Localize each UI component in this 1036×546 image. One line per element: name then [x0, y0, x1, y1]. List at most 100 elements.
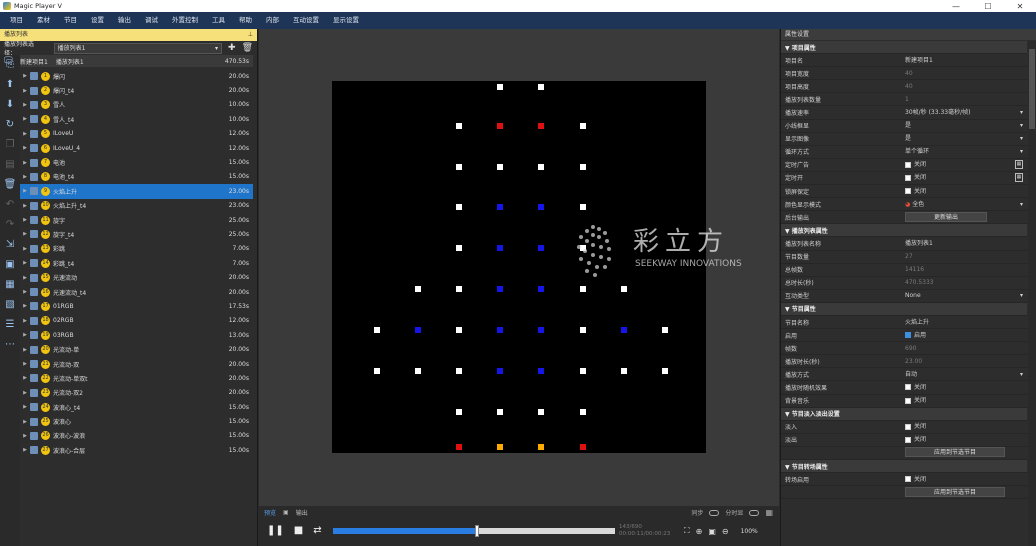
chevron-down-icon[interactable]: ▾	[1020, 106, 1023, 119]
minimize-button[interactable]: —	[940, 2, 972, 11]
list-item[interactable]: ▶ 8 电池_t4 15.00s	[20, 170, 253, 184]
menu-item[interactable]: 外置控制	[165, 12, 205, 29]
list-item[interactable]: ▶ 9 火焰上升 23.00s	[20, 184, 253, 199]
maximize-button[interactable]: ☐	[972, 2, 1004, 11]
property-value[interactable]: 是 ▾	[903, 119, 1027, 132]
expand-arrow-icon[interactable]: ▶	[20, 303, 30, 309]
list-item[interactable]: ▶ 17 01RGB 17.53s	[20, 299, 253, 313]
chevron-down-icon[interactable]: ▾	[1020, 132, 1023, 145]
menu-item[interactable]: 节目	[57, 12, 84, 29]
list-item[interactable]: ▶ 2 爆闪_t4 20.00s	[20, 83, 253, 97]
expand-arrow-icon[interactable]: ▶	[20, 73, 30, 79]
list-item[interactable]: ▶ 16 光速流动_t4 20.00s	[20, 285, 253, 299]
property-value[interactable]: 单个循环 ▾	[903, 145, 1027, 158]
pause-button[interactable]: ❚❚	[267, 525, 284, 536]
property-value[interactable]: 火焰上升	[903, 316, 1027, 329]
sync-toggle[interactable]	[709, 509, 720, 516]
menu-item[interactable]: 帮助	[232, 12, 259, 29]
chevron-down-icon[interactable]: ▾	[1020, 198, 1023, 211]
list-item[interactable]: ▶ 3 雪人 10.00s	[20, 98, 253, 112]
list-item[interactable]: ▶ 6 ILoveU_4 12.00s	[20, 141, 253, 155]
delete-icon[interactable]: 🗑	[0, 175, 20, 195]
expand-arrow-icon[interactable]: ▶	[20, 174, 30, 180]
project-row[interactable]: 🖵 新建项目1 播放列表1 470.53s	[4, 55, 253, 67]
calendar-icon[interactable]: ▦	[1015, 160, 1023, 170]
menu-item[interactable]: 输出	[111, 12, 138, 29]
expand-arrow-icon[interactable]: ▶	[20, 275, 30, 281]
undo-icon[interactable]: ↶	[0, 195, 20, 215]
list-item[interactable]: ▶ 20 光流动-单 20.00s	[20, 342, 253, 356]
menu-item[interactable]: 互动设置	[286, 12, 326, 29]
property-value[interactable]: 是 ▾	[903, 132, 1027, 145]
property-value[interactable]: 关闭	[903, 185, 1027, 198]
section-header[interactable]: ▼ 节目转场属性	[781, 460, 1027, 474]
expand-arrow-icon[interactable]: ▶	[20, 160, 30, 166]
list-item[interactable]: ▶ 23 光流动-双2 20.00s	[20, 386, 253, 400]
progress-slider[interactable]	[333, 525, 615, 537]
expand-arrow-icon[interactable]: ▶	[20, 404, 30, 410]
list-item[interactable]: ▶ 21 光流动-双 20.00s	[20, 357, 253, 371]
chevron-down-icon[interactable]: ▾	[1020, 368, 1023, 381]
save-as-icon[interactable]: ▦	[0, 275, 20, 295]
zoom-in-icon[interactable]: ⊕	[696, 527, 703, 536]
property-value[interactable]: 关闭 ▦	[903, 158, 1027, 171]
tab-output-icon[interactable]: ▣	[281, 509, 291, 516]
list-icon[interactable]: ☰	[0, 315, 20, 335]
list-item[interactable]: ▶ 15 光速流动 20.00s	[20, 270, 253, 284]
save-icon[interactable]: ▣	[0, 255, 20, 275]
property-value[interactable]: 关闭	[903, 394, 1027, 407]
expand-arrow-icon[interactable]: ▶	[20, 332, 30, 338]
actual-size-icon[interactable]: ▣	[708, 527, 716, 536]
list-item[interactable]: ▶ 7 电池 15.00s	[20, 155, 253, 169]
property-value[interactable]: ◕ 全色 ▾	[903, 198, 1027, 211]
apply-button[interactable]: 应用到节选节目	[905, 486, 1006, 497]
redo-icon[interactable]: ↷	[0, 215, 20, 235]
property-value[interactable]: 关闭	[903, 473, 1027, 486]
menu-item[interactable]: 显示设置	[326, 12, 366, 29]
move-up-icon[interactable]: ⬆	[0, 75, 20, 95]
property-value[interactable]: 更新输出	[903, 211, 1027, 224]
menu-item[interactable]: 调试	[138, 12, 165, 29]
paste-icon[interactable]: ▤	[0, 155, 20, 175]
expand-arrow-icon[interactable]: ▶	[20, 88, 30, 94]
property-value[interactable]: 新建项目1	[903, 54, 1027, 67]
refresh-icon[interactable]: ↻	[0, 115, 20, 135]
trash-icon[interactable]: 🗑	[242, 43, 253, 53]
properties-scrollbar[interactable]	[1028, 41, 1036, 546]
checkbox[interactable]	[905, 436, 911, 443]
list-item[interactable]: ▶ 1 爆闪 20.00s	[20, 69, 253, 83]
chevron-down-icon[interactable]: ▾	[1020, 289, 1023, 302]
expand-arrow-icon[interactable]: ▶	[20, 347, 30, 353]
export-icon[interactable]: ⇲	[0, 235, 20, 255]
fit-icon[interactable]: ⛶	[684, 526, 690, 536]
property-value[interactable]: None ▾	[903, 289, 1027, 302]
property-value[interactable]: 关闭 ▦	[903, 171, 1027, 184]
expand-arrow-icon[interactable]: ▶	[20, 390, 30, 396]
expand-arrow-icon[interactable]: ▶	[20, 246, 30, 252]
expand-arrow-icon[interactable]: ▶	[20, 203, 30, 209]
move-down-icon[interactable]: ⬇	[0, 95, 20, 115]
expand-arrow-icon[interactable]: ▶	[20, 217, 30, 223]
chevron-down-icon[interactable]: ▾	[1020, 145, 1023, 158]
menu-item[interactable]: 素材	[30, 12, 57, 29]
list-item[interactable]: ▶ 25 波浪心 15.00s	[20, 414, 253, 428]
section-header[interactable]: ▼ 节目淡入淡出设置	[781, 407, 1027, 421]
expand-arrow-icon[interactable]: ▶	[20, 447, 30, 453]
list-item[interactable]: ▶ 26 波浪心-波浪 15.00s	[20, 429, 253, 443]
checkbox[interactable]	[905, 332, 911, 339]
checkbox[interactable]	[905, 397, 911, 404]
checkbox[interactable]	[905, 174, 911, 181]
property-value[interactable]: 关闭	[903, 433, 1027, 446]
menu-item[interactable]: 内部	[259, 12, 286, 29]
list-item[interactable]: ▶ 19 03RGB 13.00s	[20, 328, 253, 342]
expand-arrow-icon[interactable]: ▶	[20, 116, 30, 122]
zoom-out-icon[interactable]: ⊖	[722, 527, 729, 536]
chevron-down-icon[interactable]: ▾	[1020, 119, 1023, 132]
property-value[interactable]: 播放列表1	[903, 237, 1027, 250]
section-header[interactable]: ▼ 项目属性	[781, 41, 1027, 55]
progress-knob[interactable]	[474, 525, 479, 537]
expand-arrow-icon[interactable]: ▶	[20, 188, 30, 194]
expand-arrow-icon[interactable]: ▶	[20, 375, 30, 381]
expand-arrow-icon[interactable]: ▶	[20, 102, 30, 108]
stop-button[interactable]: ■	[294, 525, 303, 536]
